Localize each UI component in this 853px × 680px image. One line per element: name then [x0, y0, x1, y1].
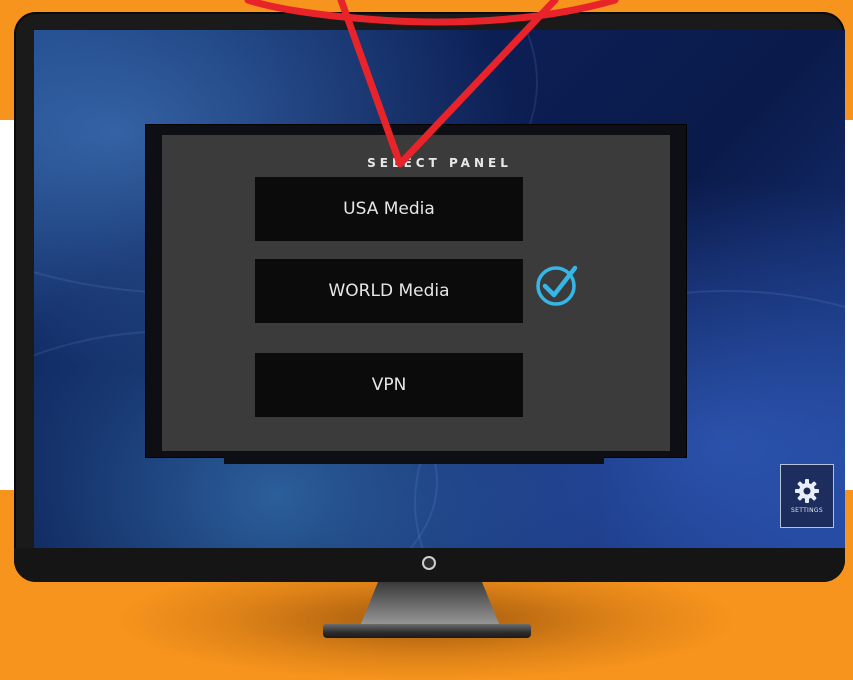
panel-title: SELECT PANEL: [367, 156, 512, 170]
power-button[interactable]: [422, 556, 436, 570]
monitor-stand-neck: [360, 582, 500, 626]
tv-screen: SELECT PANEL USA Media WORLD Media VPN S…: [34, 30, 845, 548]
settings-label: SETTINGS: [791, 507, 823, 514]
monitor-stand-base: [323, 624, 531, 638]
gear-icon: [795, 479, 819, 503]
world-media-button[interactable]: WORLD Media: [255, 259, 523, 323]
vpn-button[interactable]: VPN: [255, 353, 523, 417]
select-panel-foot: [224, 454, 604, 464]
checkmark-circle-icon: [536, 265, 578, 306]
usa-media-button[interactable]: USA Media: [255, 177, 523, 241]
settings-button[interactable]: SETTINGS: [780, 464, 834, 528]
